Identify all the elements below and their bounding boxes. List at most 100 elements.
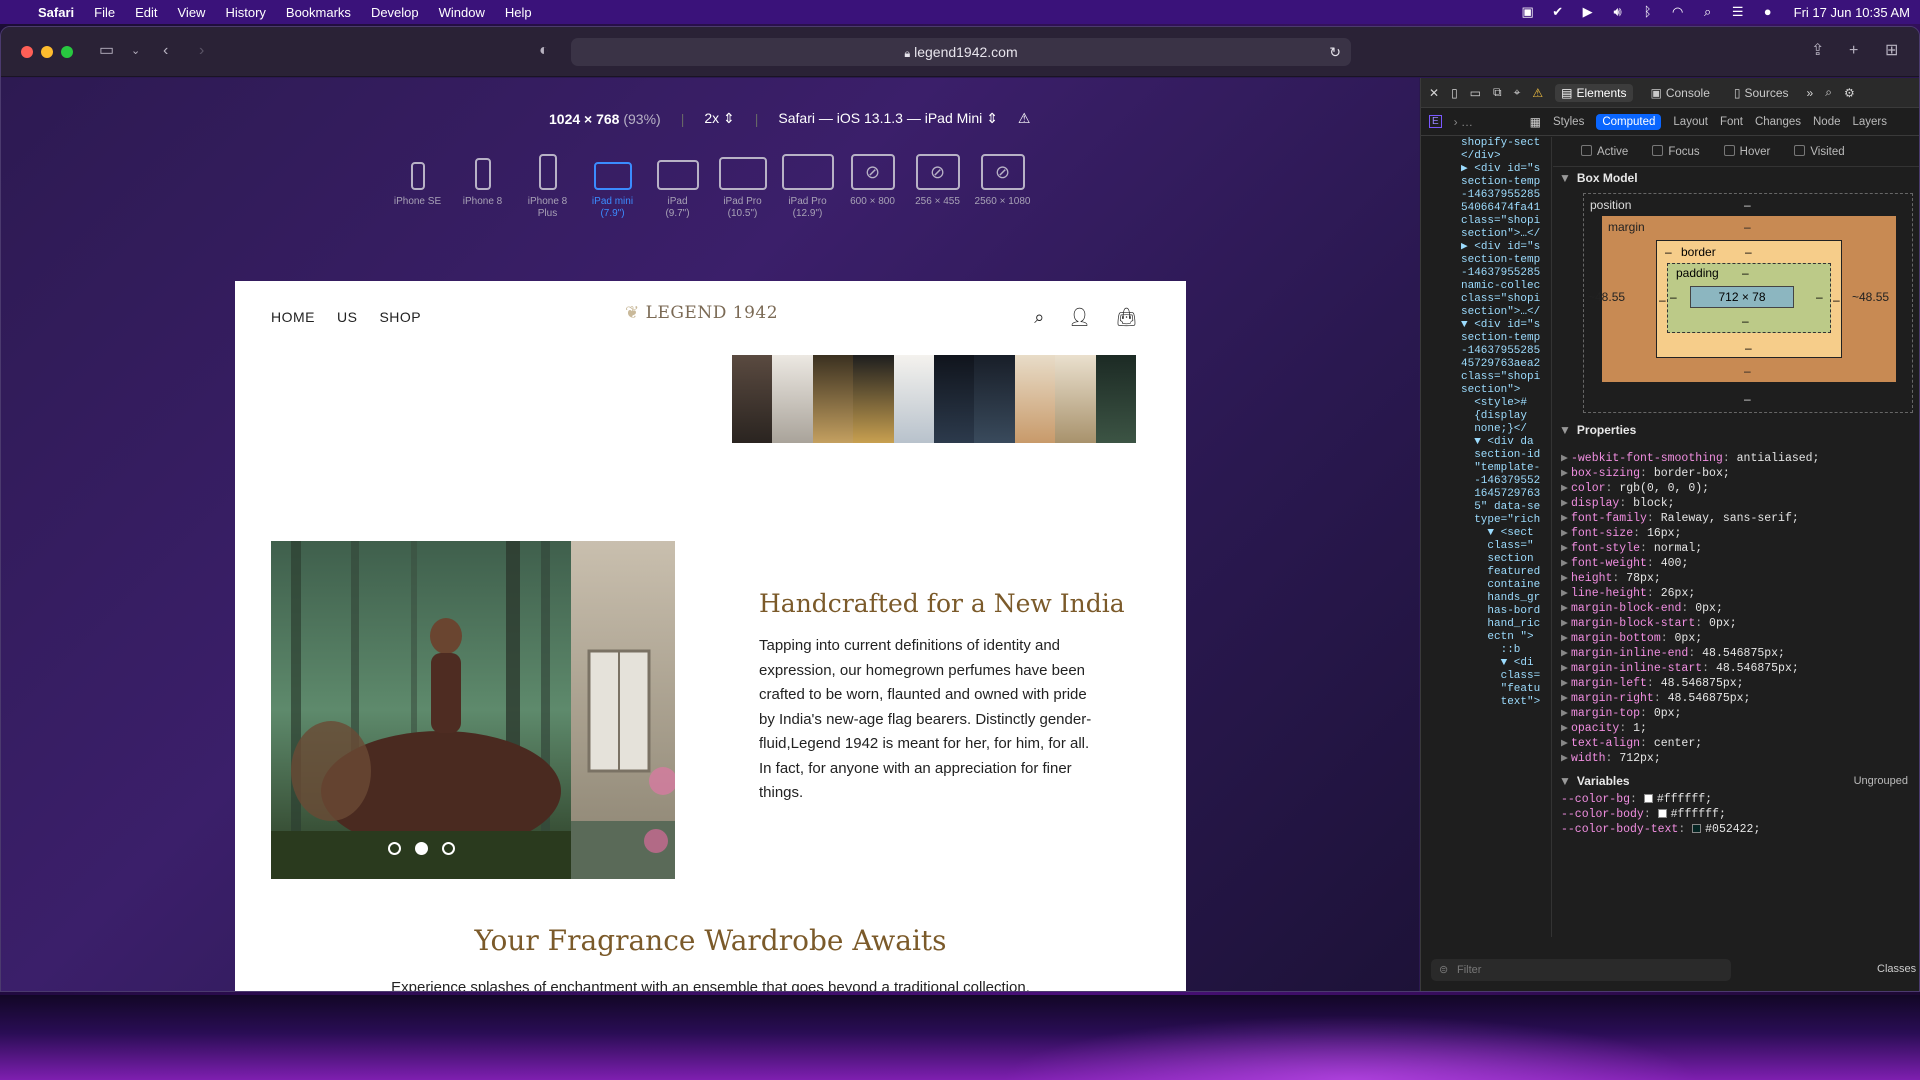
computed-property-row[interactable]: ▶ margin-inline-start: 48.546875px; [1561,661,1919,676]
variables-grouping-select[interactable]: Ungrouped [1854,775,1908,787]
dom-node-line[interactable]: class= [1421,670,1551,683]
disclosure-triangle-icon[interactable]: ▶ [1561,736,1571,751]
address-bar[interactable]: 🔒︎ legend1942.com ↻ [571,38,1351,66]
nav-us[interactable]: US [337,309,357,325]
disclosure-triangle-icon[interactable]: ▶ [1561,541,1571,556]
dom-node-line[interactable]: shopify-sect [1421,137,1551,150]
menu-clock[interactable]: Fri 17 Jun 10:35 AM [1790,5,1910,20]
menu-help[interactable]: Help [495,5,542,20]
dom-node-line[interactable]: ▼ <di [1421,657,1551,670]
bluetooth-icon[interactable]: ᛒ [1640,5,1656,19]
disclosure-triangle-icon[interactable]: ▶ [1561,571,1571,586]
reload-icon[interactable]: ↻ [1329,38,1341,66]
warning-icon[interactable]: ⚠ [1532,86,1543,100]
volume-icon[interactable]: 🔊︎ [1610,5,1626,19]
disclosure-triangle-icon[interactable]: ▶ [1561,676,1571,691]
dom-node-line[interactable]: ▼ <sect [1421,527,1551,540]
device-ipad-pro-10-5[interactable]: iPad Pro (10.5") [710,154,775,220]
nav-shop[interactable]: SHOP [379,309,421,325]
device-256x455[interactable]: ⊘ 256 × 455 [905,154,970,220]
dom-node-line[interactable]: "featu [1421,683,1551,696]
menu-history[interactable]: History [215,5,275,20]
color-swatch[interactable] [1657,809,1667,818]
site-logo[interactable]: ❦ LEGEND 1942 [625,303,778,323]
siri-icon[interactable]: ● [1760,5,1776,19]
dom-node-line[interactable]: ▼ <div da [1421,436,1551,449]
computed-property-row[interactable]: ▶ margin-block-end: 0px; [1561,601,1919,616]
slide-dot-active[interactable] [414,842,428,855]
dom-node-line[interactable]: section-id [1421,449,1551,462]
back-arrow-icon[interactable]: ‹ [163,41,168,61]
computed-property-row[interactable]: ▶ margin-right: 48.546875px; [1561,691,1919,706]
disclosure-triangle-icon[interactable]: ▶ [1561,586,1571,601]
dom-node-line[interactable]: class=" [1421,540,1551,553]
tab-sources[interactable]: ▯ Sources [1728,84,1795,102]
tab-elements[interactable]: ▤ Elements [1555,83,1633,102]
slide-dot[interactable] [441,842,455,855]
dom-node-line[interactable]: class="shopi [1421,215,1551,228]
zoom-window-button[interactable] [61,46,73,58]
dom-node-line[interactable]: <style># [1421,397,1551,410]
share-icon[interactable]: ⇪ [1811,41,1824,61]
device-iphone-se[interactable]: iPhone SE [385,154,450,220]
minimize-window-button[interactable] [41,46,53,58]
device-600x800[interactable]: ⊘ 600 × 800 [840,154,905,220]
css-variable-row[interactable]: --color-body-text: #052422; [1561,822,1919,837]
disclosure-triangle-icon[interactable]: ▶ [1561,646,1571,661]
hero-slideshow[interactable] [271,541,675,879]
subtab-font[interactable]: Font [1720,116,1743,128]
computed-property-row[interactable]: ▶ color: rgb(0, 0, 0); [1561,481,1919,496]
computed-property-row[interactable]: ▶ margin-inline-end: 48.546875px; [1561,646,1919,661]
dom-node-line[interactable]: section-temp [1421,254,1551,267]
dom-node-line[interactable]: section"> [1421,384,1551,397]
dom-node-line[interactable]: -14637955285 [1421,189,1551,202]
wifi-icon[interactable]: ◠ [1670,5,1686,19]
cart-bag-icon[interactable]: 👜︎ [1115,307,1138,328]
user-agent-select[interactable]: Safari — iOS 13.1.3 — iPad Mini [778,110,982,126]
menu-develop[interactable]: Develop [361,5,429,20]
computed-property-row[interactable]: ▶ display: block; [1561,496,1919,511]
menu-file[interactable]: File [84,5,125,20]
dom-node-line[interactable]: -14637955285 [1421,345,1551,358]
dom-node-line[interactable]: section">…</ [1421,306,1551,319]
menu-window[interactable]: Window [429,5,495,20]
dom-node-line[interactable]: 5" data-se [1421,501,1551,514]
state-focus-toggle[interactable]: Focus [1652,145,1700,158]
subtab-layers[interactable]: Layers [1853,116,1888,128]
dom-node-line[interactable]: 1645729763 [1421,488,1551,501]
css-variable-row[interactable]: --color-body: #ffffff; [1561,807,1919,822]
menu-app-name[interactable]: Safari [28,5,84,20]
dom-node-line[interactable]: {display [1421,410,1551,423]
dom-node-line[interactable]: </div> [1421,150,1551,163]
dock-side-icon[interactable]: ▯ [1451,86,1458,100]
dom-node-line[interactable]: ▶ <div id="s [1421,241,1551,254]
dom-node-line[interactable]: ▼ <div id="s [1421,319,1551,332]
computed-property-row[interactable]: ▶ margin-bottom: 0px; [1561,631,1919,646]
state-hover-toggle[interactable]: Hover [1723,145,1770,158]
disclosure-triangle-icon[interactable]: ▶ [1561,616,1571,631]
disclosure-triangle-icon[interactable]: ▶ [1561,601,1571,616]
menu-view[interactable]: View [168,5,216,20]
more-tabs-icon[interactable]: » [1807,86,1814,100]
dom-node-line[interactable]: featured [1421,566,1551,579]
status-app-icon[interactable]: ▣ [1520,5,1536,19]
dom-node-line[interactable]: section">…</ [1421,228,1551,241]
computed-property-row[interactable]: ▶ margin-top: 0px; [1561,706,1919,721]
color-swatch[interactable] [1692,824,1702,833]
dom-node-line[interactable]: namic-collec [1421,280,1551,293]
check-circle-icon[interactable]: ✔ [1550,5,1566,19]
dom-node-line[interactable]: class="shopi [1421,293,1551,306]
dom-node-line[interactable]: 54066474fa41 [1421,202,1551,215]
disclosure-triangle-icon[interactable]: ▶ [1561,691,1571,706]
state-visited-toggle[interactable]: Visited [1794,145,1845,158]
device-iphone-8[interactable]: iPhone 8 [450,154,515,220]
dom-node-line[interactable]: none;}</ [1421,423,1551,436]
device-iphone-8-plus[interactable]: iPhone 8 Plus [515,154,580,220]
dom-node-line[interactable]: section-temp [1421,332,1551,345]
disclosure-triangle-icon[interactable]: ▶ [1561,451,1571,466]
computed-property-row[interactable]: ▶ font-style: normal; [1561,541,1919,556]
new-tab-plus-icon[interactable]: + [1849,41,1858,61]
computed-property-row[interactable]: ▶ margin-left: 48.546875px; [1561,676,1919,691]
computed-property-row[interactable]: ▶ width: 712px; [1561,751,1919,766]
classes-toggle[interactable]: Classes [1877,963,1916,975]
